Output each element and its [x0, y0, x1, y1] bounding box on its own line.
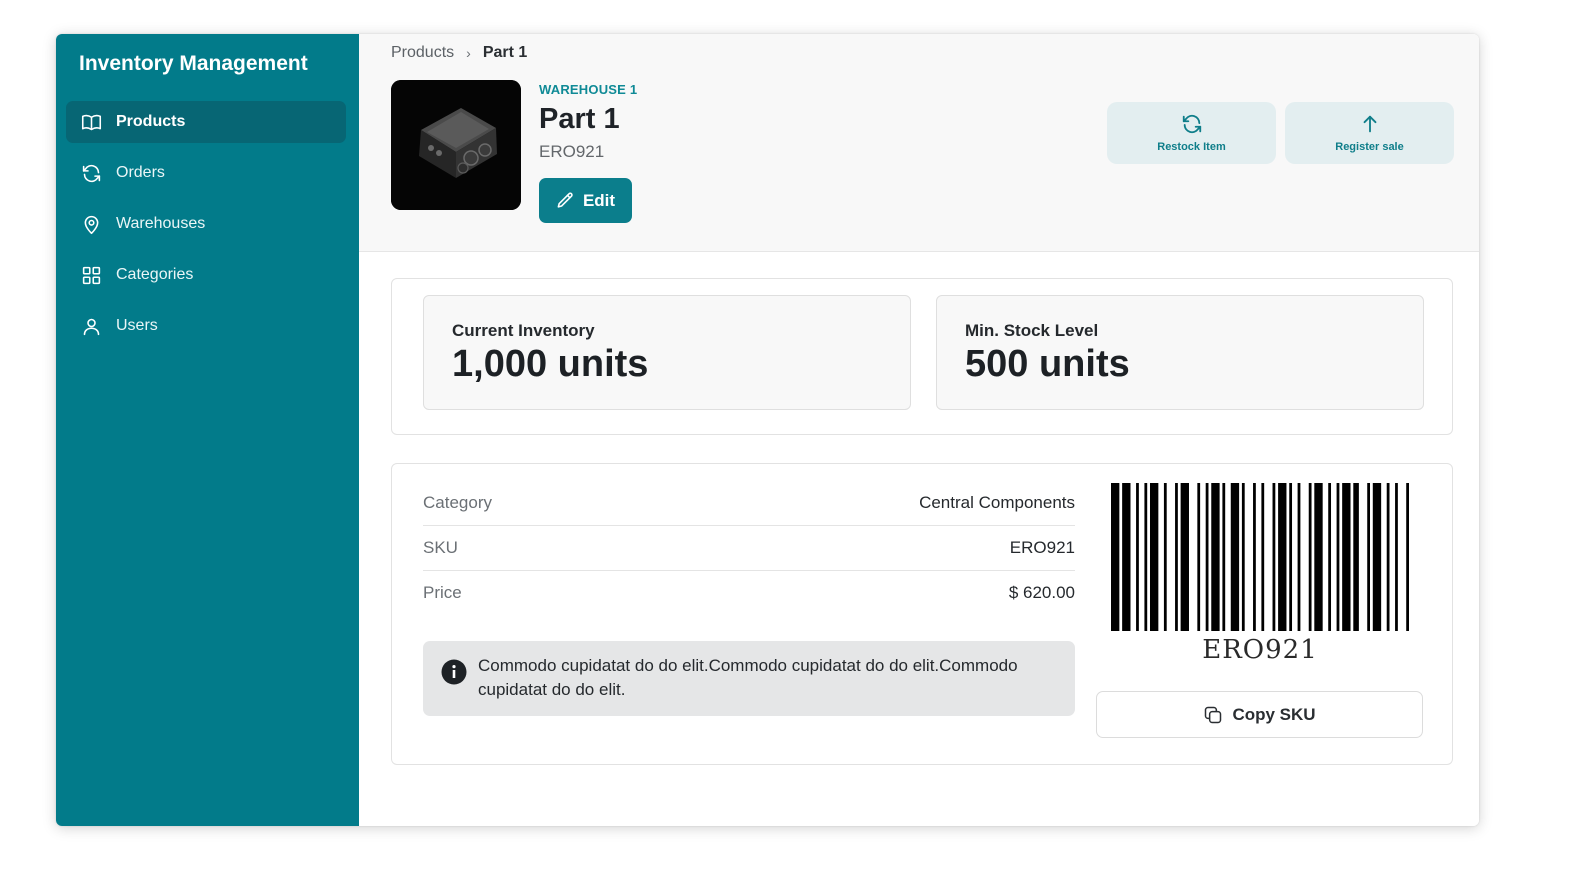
app-window: Inventory Management Products Orders War…: [56, 34, 1479, 826]
edit-button[interactable]: Edit: [539, 178, 632, 223]
barcode-bar: [1230, 483, 1240, 631]
barcode-bars: [1111, 483, 1409, 631]
info-note: Commodo cupidatat do do elit.Commodo cup…: [423, 641, 1075, 716]
copy-icon: [1203, 705, 1223, 725]
sidebar-item-orders[interactable]: Orders: [66, 152, 346, 194]
details-card: Category Central Components SKU ERO921 P…: [391, 463, 1453, 765]
min-stock-value: 500 units: [965, 343, 1130, 385]
barcode-bar: [1111, 483, 1120, 631]
min-stock-label: Min. Stock Level: [965, 321, 1099, 340]
barcode-bar: [1297, 483, 1301, 631]
copy-sku-button[interactable]: Copy SKU: [1096, 691, 1423, 738]
barcode-bar: [1278, 483, 1287, 631]
barcode-bar: [1136, 483, 1139, 631]
sidebar-item-warehouses[interactable]: Warehouses: [66, 203, 346, 245]
barcode: ERO921: [1111, 483, 1409, 665]
sidebar-item-users[interactable]: Users: [66, 305, 346, 347]
register-sale-button[interactable]: Register sale: [1285, 102, 1454, 164]
sidebar-item-products[interactable]: Products: [66, 101, 346, 143]
current-inventory-value: 1,000 units: [452, 343, 649, 385]
main-content: Products › Part 1 WAREHOUSE 1 Part 1 ERO…: [359, 34, 1479, 826]
sidebar-item-categories[interactable]: Categories: [66, 254, 346, 296]
barcode-bar: [1253, 483, 1256, 631]
copy-sku-label: Copy SKU: [1232, 704, 1316, 724]
product-image: [391, 80, 521, 210]
sidebar: Inventory Management Products Orders War…: [56, 34, 359, 826]
sidebar-item-label: Orders: [116, 164, 165, 181]
detail-label: Price: [423, 583, 462, 602]
barcode-bar: [1163, 483, 1167, 631]
refresh-icon: [1181, 113, 1203, 135]
product-header: Products › Part 1 WAREHOUSE 1 Part 1 ERO…: [359, 34, 1479, 252]
barcode-bar: [1197, 483, 1201, 631]
barcode-bar: [1241, 483, 1245, 631]
restock-item-label: Restock Item: [1157, 141, 1226, 153]
product-code: ERO921: [539, 142, 605, 161]
barcode-bar: [1175, 483, 1178, 631]
barcode-bar: [1342, 483, 1351, 631]
sidebar-nav: Products Orders Warehouses Categories Us…: [56, 101, 359, 347]
breadcrumb-link-products[interactable]: Products: [391, 44, 454, 62]
detail-row-price: Price $ 620.00: [423, 571, 1075, 615]
warehouse-label: WAREHOUSE 1: [539, 82, 638, 97]
sidebar-item-label: Categories: [116, 266, 194, 283]
detail-row-category: Category Central Components: [423, 481, 1075, 526]
grid-icon: [80, 264, 102, 286]
breadcrumb: Products › Part 1: [391, 44, 527, 62]
info-icon: [441, 659, 467, 685]
product-title: Part 1: [539, 103, 620, 135]
detail-value: Central Components: [919, 493, 1075, 512]
map-pin-icon: [80, 213, 102, 235]
barcode-bar: [1144, 483, 1148, 631]
barcode-bar: [1308, 483, 1312, 631]
barcode-bar: [1372, 483, 1382, 631]
barcode-bar: [1314, 483, 1323, 631]
detail-value: $ 620.00: [1008, 583, 1075, 602]
barcode-bar: [1367, 483, 1371, 631]
barcode-bar: [1328, 483, 1332, 631]
breadcrumb-current: Part 1: [482, 44, 528, 61]
book-icon: [80, 111, 102, 133]
product-info: WAREHOUSE 1 Part 1 ERO921 Edit: [539, 82, 637, 223]
barcode-bar: [1180, 483, 1189, 631]
app-title: Inventory Management: [79, 52, 308, 75]
barcode-bar: [1261, 483, 1265, 631]
detail-row-sku: SKU ERO921: [423, 526, 1075, 571]
min-stock-stat: Min. Stock Level 500 units: [936, 295, 1424, 410]
barcode-bar: [1336, 483, 1340, 631]
restock-item-button[interactable]: Restock Item: [1107, 102, 1276, 164]
arrow-up-icon: [1359, 113, 1381, 135]
user-icon: [80, 315, 102, 337]
barcode-bar: [1289, 483, 1293, 631]
edit-button-label: Edit: [582, 190, 616, 210]
stats-card: Current Inventory 1,000 units Min. Stock…: [391, 278, 1453, 435]
barcode-bar: [1211, 483, 1220, 631]
barcode-bar: [1222, 483, 1226, 631]
barcode-text: ERO921: [1202, 635, 1318, 665]
pencil-icon: [556, 191, 575, 210]
barcode-bar: [1353, 483, 1359, 631]
sidebar-item-label: Products: [116, 113, 186, 130]
barcode-bar: [1395, 483, 1398, 631]
barcode-bar: [1205, 483, 1209, 631]
current-inventory-stat: Current Inventory 1,000 units: [423, 295, 911, 410]
barcode-bar: [1122, 483, 1131, 631]
current-inventory-label: Current Inventory: [452, 321, 595, 340]
detail-label: Category: [423, 493, 492, 512]
refresh-icon: [80, 162, 102, 184]
barcode-bar: [1272, 483, 1276, 631]
barcode-bar: [1406, 483, 1409, 631]
barcode-bar: [1386, 483, 1390, 631]
detail-value: ERO921: [1009, 538, 1075, 557]
sidebar-item-label: Warehouses: [116, 215, 206, 232]
register-sale-label: Register sale: [1335, 141, 1404, 153]
detail-label: SKU: [423, 538, 458, 557]
chevron-right-icon: ›: [466, 45, 471, 61]
info-note-text: Commodo cupidatat do do elit.Commodo cup…: [478, 656, 1018, 699]
details-table: Category Central Components SKU ERO921 P…: [423, 481, 1075, 615]
barcode-bar: [1149, 483, 1159, 631]
sidebar-item-label: Users: [116, 317, 158, 334]
